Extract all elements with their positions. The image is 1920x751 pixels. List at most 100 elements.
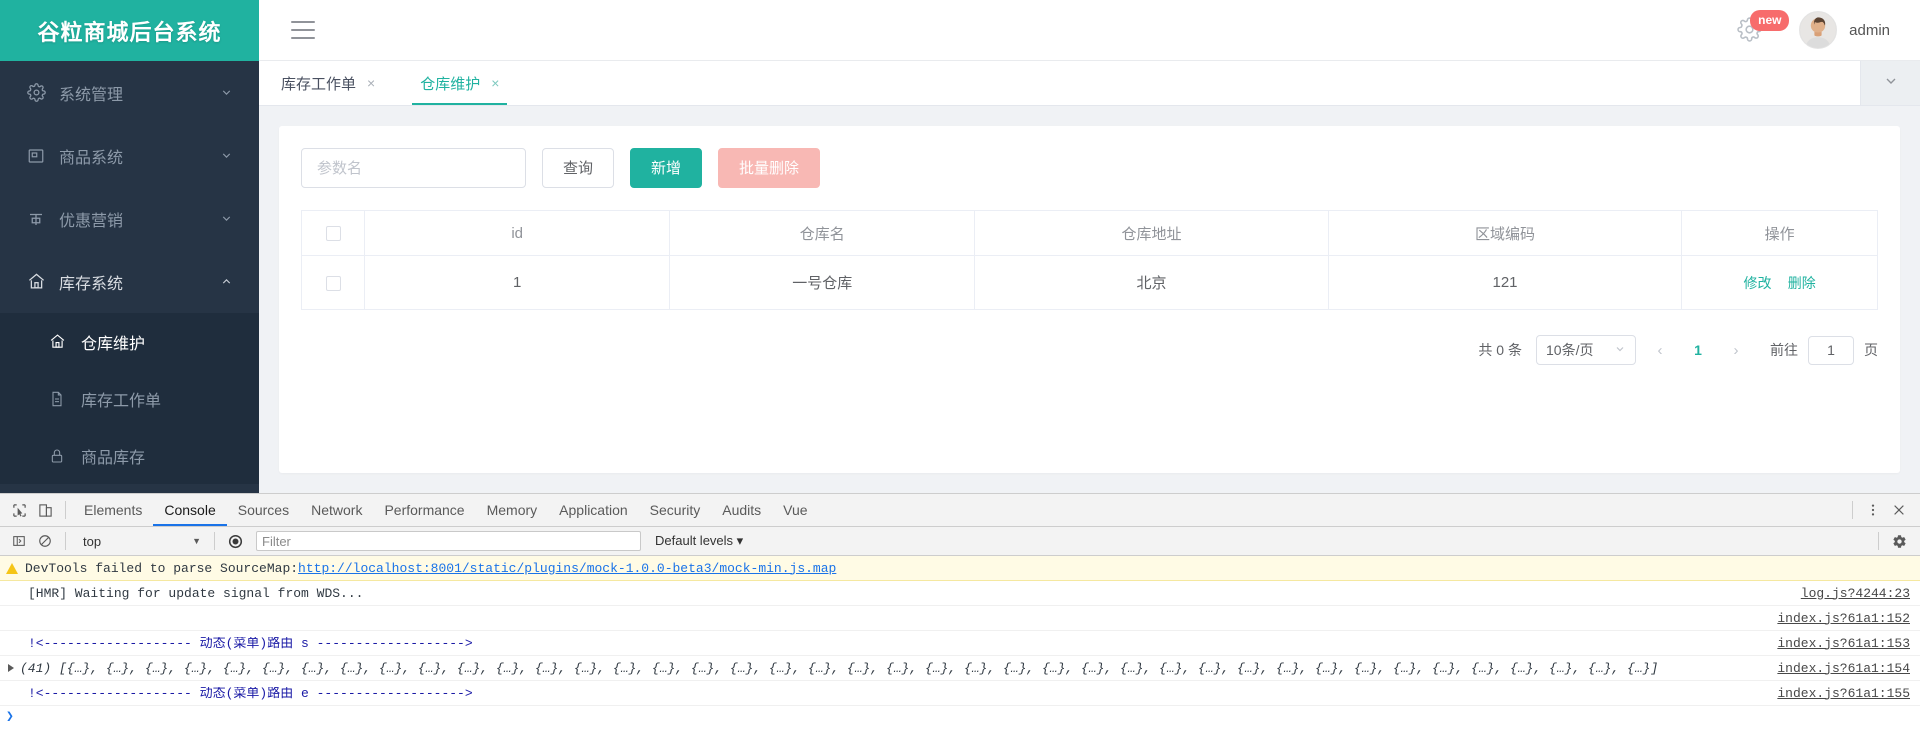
console-sidebar-icon[interactable] <box>6 528 32 554</box>
divider <box>214 532 215 550</box>
console-row-blank[interactable]: index.js?61a1:152 <box>0 606 1920 631</box>
navbar-right-group: new admin <box>1737 10 1890 49</box>
console-row-route-start[interactable]: !<------------------- 动态(菜单)路由 s -------… <box>0 631 1920 656</box>
console-source-link[interactable]: index.js?61a1:154 <box>1757 662 1910 675</box>
devtools-tab-vue[interactable]: Vue <box>772 494 818 526</box>
main-content: 查询 新增 批量删除 i <box>259 106 1920 493</box>
inspect-element-icon[interactable] <box>6 497 32 523</box>
top-navbar: new admin <box>259 0 1920 61</box>
sidebar-group-inventory[interactable]: 库存系统 <box>0 250 259 313</box>
devtools-console-filterbar: top ▼ Default levels ▾ <box>0 527 1920 556</box>
console-filter-input[interactable] <box>256 531 641 551</box>
sidebar-menu: 系统管理 商品系统 优惠营销 库存系统 仓库维护 库存工作单 商品库存 <box>0 61 259 484</box>
console-levels-label: Default levels <box>655 533 734 548</box>
settings-gear-button[interactable]: new <box>1737 10 1790 43</box>
pagination-next-button[interactable]: › <box>1722 336 1750 364</box>
close-icon[interactable]: × <box>491 76 499 90</box>
sourcemap-link[interactable]: http://localhost:8001/static/plugins/moc… <box>298 562 836 575</box>
clear-console-icon[interactable] <box>32 528 58 554</box>
close-icon[interactable] <box>1886 497 1912 523</box>
console-source-link[interactable]: index.js?61a1:152 <box>1757 612 1910 625</box>
live-expression-icon[interactable] <box>222 528 248 554</box>
table-header-name[interactable]: 仓库名 <box>669 210 976 256</box>
search-input[interactable] <box>301 148 526 188</box>
home-icon <box>46 331 68 353</box>
devtools-tab-network[interactable]: Network <box>300 494 373 526</box>
console-row-warning[interactable]: DevTools failed to parse SourceMap: http… <box>0 556 1920 581</box>
sidebar-item-warehouse-maintenance[interactable]: 仓库维护 <box>0 313 259 370</box>
devtools-tab-application[interactable]: Application <box>548 494 639 526</box>
table-header-address[interactable]: 仓库地址 <box>974 210 1329 256</box>
pagination-prev-button[interactable]: ‹ <box>1646 336 1674 364</box>
new-badge: new <box>1750 10 1790 31</box>
console-source-link[interactable]: index.js?61a1:155 <box>1757 687 1910 700</box>
sidebar-item-stock-worksheet[interactable]: 库存工作单 <box>0 370 259 427</box>
sidebar-group-label: 库存系统 <box>59 275 124 293</box>
devtools-tab-elements[interactable]: Elements <box>73 494 153 526</box>
app-logo[interactable]: 谷粒商城后台系统 <box>0 0 259 61</box>
delete-link[interactable]: 删除 <box>1788 275 1816 291</box>
tab-label: 仓库维护 <box>420 75 481 93</box>
avatar[interactable] <box>1799 11 1838 49</box>
tabbar-collapse-button[interactable] <box>1860 61 1920 105</box>
close-icon[interactable]: × <box>367 76 375 90</box>
console-settings-gear-icon[interactable] <box>1886 528 1912 554</box>
table-row[interactable]: 1 一号仓库 北京 121 修改 删除 <box>301 255 1878 310</box>
devtools-panel: Elements Console Sources Network Perform… <box>0 493 1920 751</box>
warehouse-table: id 仓库名 仓库地址 区域编码 操作 1 一号仓库 北京 121 修改 删除 <box>301 210 1878 310</box>
sidebar: 谷粒商城后台系统 系统管理 商品系统 优惠营销 库存系统 仓库维护 库存工作单 … <box>0 0 259 493</box>
tab-warehouse-maintenance[interactable]: 仓库维护 × <box>398 61 522 105</box>
devtools-tab-sources[interactable]: Sources <box>227 494 300 526</box>
hamburger-icon[interactable] <box>291 21 315 39</box>
console-source-link[interactable]: log.js?4244:23 <box>1781 587 1910 600</box>
chevron-down-icon <box>1883 73 1899 94</box>
batch-delete-button[interactable]: 批量删除 <box>718 148 821 188</box>
console-row-route-end[interactable]: !<------------------- 动态(菜单)路由 e -------… <box>0 681 1920 706</box>
sidebar-group-marketing[interactable]: 优惠营销 <box>0 187 259 250</box>
device-toolbar-icon[interactable] <box>32 497 58 523</box>
prompt-arrow-icon: ❯ <box>6 708 14 724</box>
tab-stock-worksheet[interactable]: 库存工作单 × <box>259 61 398 105</box>
query-button[interactable]: 查询 <box>542 148 615 188</box>
home-icon <box>24 270 48 294</box>
devtools-tab-audits[interactable]: Audits <box>711 494 772 526</box>
username-label: admin <box>1849 21 1890 39</box>
pagination-jump-input[interactable] <box>1808 335 1854 365</box>
console-row-array[interactable]: (41) [{…}, {…}, {…}, {…}, {…}, {…}, {…},… <box>0 656 1920 681</box>
console-message: !<------------------- 动态(菜单)路由 s -------… <box>28 636 473 650</box>
sidebar-item-label: 库存工作单 <box>81 392 162 410</box>
sidebar-item-label: 商品库存 <box>81 449 146 467</box>
select-all-checkbox[interactable] <box>325 226 341 242</box>
devtools-tab-console[interactable]: Console <box>153 494 226 526</box>
app-logo-text: 谷粒商城后台系统 <box>37 19 222 45</box>
warning-icon <box>6 562 18 574</box>
console-source-link[interactable]: index.js?61a1:153 <box>1757 637 1910 650</box>
chevron-down-icon <box>218 148 234 164</box>
sidebar-group-product[interactable]: 商品系统 <box>0 124 259 187</box>
expand-arrow-icon[interactable] <box>8 664 14 672</box>
cell-name: 一号仓库 <box>669 255 976 310</box>
row-checkbox[interactable] <box>325 275 341 291</box>
devtools-tab-performance[interactable]: Performance <box>373 494 475 526</box>
devtools-tab-security[interactable]: Security <box>639 494 712 526</box>
edit-link[interactable]: 修改 <box>1744 275 1772 291</box>
table-header-areacode[interactable]: 区域编码 <box>1328 210 1683 256</box>
console-row-log[interactable]: [HMR] Waiting for update signal from WDS… <box>0 581 1920 606</box>
table-header-id[interactable]: id <box>364 210 671 256</box>
more-options-icon[interactable] <box>1860 497 1886 523</box>
table-header-actions: 操作 <box>1681 210 1878 256</box>
console-levels-dropdown[interactable]: Default levels ▾ <box>655 533 743 549</box>
page-size-select[interactable]: 10条/页 <box>1536 335 1636 365</box>
console-context-selector[interactable]: top ▼ <box>77 531 207 552</box>
console-prompt[interactable]: ❯ <box>0 706 1920 726</box>
devtools-tab-memory[interactable]: Memory <box>476 494 549 526</box>
sidebar-item-product-stock[interactable]: 商品库存 <box>0 427 259 484</box>
pagination-page-1[interactable]: 1 <box>1684 336 1712 364</box>
add-button[interactable]: 新增 <box>630 148 703 188</box>
sidebar-group-system[interactable]: 系统管理 <box>0 61 259 124</box>
console-context-value: top <box>83 533 102 549</box>
devtools-tabbar-actions <box>1845 497 1920 523</box>
table-header-select-all <box>301 210 366 256</box>
devtools-filterbar-actions <box>1871 528 1920 554</box>
picture-icon <box>24 144 48 168</box>
